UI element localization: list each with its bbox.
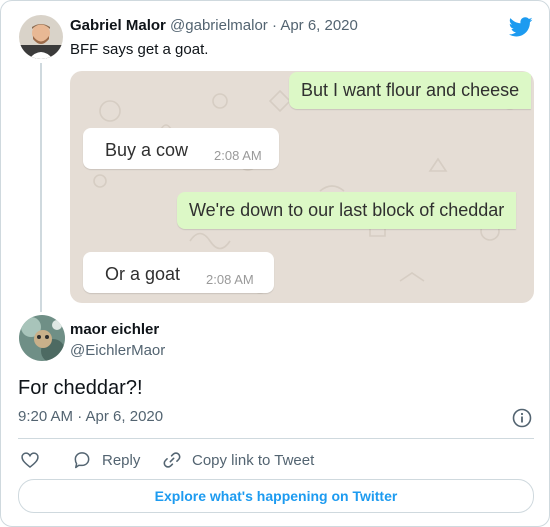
- chat-message-time: 2:08 AM: [206, 272, 254, 287]
- chat-message-incoming: Buy a cow 2:08 AM: [83, 128, 279, 169]
- chat-message-text: We're down to our last block of cheddar: [189, 200, 505, 220]
- avatar-gabriel-malor[interactable]: [19, 15, 63, 59]
- tweet-date[interactable]: Apr 6, 2020: [280, 17, 358, 34]
- reply-tweet-text: For cheddar?!: [18, 377, 143, 399]
- actions-divider: [18, 438, 534, 439]
- reply-button[interactable]: Reply: [72, 449, 140, 471]
- copy-link-button-label: Copy link to Tweet: [192, 451, 315, 469]
- reply-button-label: Reply: [102, 451, 141, 469]
- twitter-bird-icon[interactable]: [508, 15, 533, 39]
- reply-author-handle[interactable]: @EichlerMaor: [70, 342, 165, 359]
- parent-tweet-header: Gabriel Malor @gabrielmalor · Apr 6, 202…: [70, 17, 358, 34]
- chat-message-time: 2:08 AM: [214, 148, 262, 163]
- explore-twitter-button[interactable]: Explore what's happening on Twitter: [18, 479, 534, 513]
- author-name[interactable]: Gabriel Malor: [70, 17, 166, 34]
- chat-message-text: Buy a cow: [105, 140, 189, 160]
- chat-message-text: But I want flour and cheese: [301, 80, 520, 100]
- heart-icon: [21, 452, 39, 469]
- header-separator: ·: [271, 17, 277, 34]
- tweet-timestamp[interactable]: 9:20 AM · Apr 6, 2020: [18, 408, 163, 425]
- thread-connector-line: [40, 63, 42, 312]
- reply-author-name[interactable]: maor eichler: [70, 321, 159, 338]
- chat-screenshot-image[interactable]: But I want flour and cheese Buy a cow 2:0…: [70, 71, 534, 303]
- author-handle[interactable]: @gabrielmalor: [170, 17, 268, 34]
- chat-message-incoming: Or a goat 2:08 AM: [83, 252, 274, 293]
- link-icon: [163, 452, 181, 468]
- chat-message-text: Or a goat: [105, 264, 181, 284]
- parent-tweet-text: BFF says get a goat.: [70, 41, 209, 58]
- speech-bubble-icon: [74, 452, 90, 469]
- info-icon[interactable]: [512, 408, 532, 428]
- chat-message-outgoing: But I want flour and cheese: [289, 72, 532, 109]
- copy-link-button[interactable]: Copy link to Tweet: [162, 449, 314, 471]
- tweet-embed-card: Gabriel Malor @gabrielmalor · Apr 6, 202…: [0, 0, 550, 527]
- like-button[interactable]: [20, 449, 50, 471]
- avatar-maor-eichler[interactable]: [19, 315, 65, 361]
- chat-message-outgoing: We're down to our last block of cheddar: [177, 192, 517, 229]
